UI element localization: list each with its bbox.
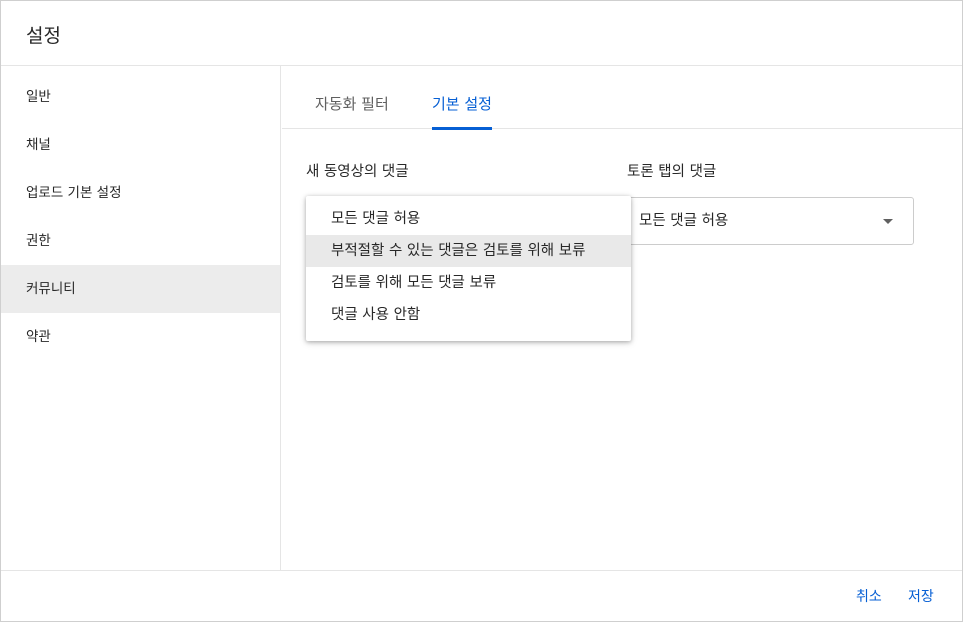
tab-label: 자동화 필터: [315, 95, 389, 113]
tab-label: 기본 설정: [432, 95, 492, 113]
settings-content: 자동화 필터 기본 설정 새 동영상의 댓글 토론 탭의 댓글 모든 댓글 허용…: [282, 66, 962, 570]
tab-automated-filters[interactable]: 자동화 필터: [315, 66, 389, 129]
sidebar-item-agreements[interactable]: 약관: [1, 313, 280, 361]
sidebar-item-label: 커뮤니티: [26, 281, 76, 297]
tab-defaults[interactable]: 기본 설정: [432, 66, 492, 130]
dialog-title: 설정: [26, 25, 61, 47]
discussion-comments-label: 토론 탭의 댓글: [627, 164, 717, 180]
dialog-footer: 취소 저장: [1, 570, 962, 622]
sidebar-item-label: 업로드 기본 설정: [26, 185, 122, 201]
menu-item-hold-all[interactable]: 검토를 위해 모든 댓글 보류: [306, 267, 631, 299]
video-comments-label: 새 동영상의 댓글: [306, 164, 409, 180]
video-comments-dropdown-menu: 모든 댓글 허용 부적절할 수 있는 댓글은 검토를 위해 보류 검토를 위해 …: [306, 196, 631, 341]
sidebar-item-community[interactable]: 커뮤니티: [1, 265, 280, 313]
menu-item-allow-all[interactable]: 모든 댓글 허용: [306, 203, 631, 235]
sidebar-item-label: 약관: [26, 329, 51, 345]
sidebar-item-upload-defaults[interactable]: 업로드 기본 설정: [1, 169, 280, 217]
sidebar-item-general[interactable]: 일반: [1, 73, 280, 121]
sidebar-item-label: 권한: [26, 233, 51, 249]
discussion-comments-select[interactable]: 모든 댓글 허용: [620, 197, 914, 245]
sidebar-item-channel[interactable]: 채널: [1, 121, 280, 169]
dropdown-arrow-icon: [883, 219, 893, 224]
cancel-button[interactable]: 취소: [856, 586, 882, 606]
tab-bar: 자동화 필터 기본 설정: [282, 66, 962, 130]
active-tab-indicator: [432, 127, 492, 130]
sidebar-item-permissions[interactable]: 권한: [1, 217, 280, 265]
dialog-header: 설정: [1, 1, 962, 66]
discussion-comments-value: 모든 댓글 허용: [639, 213, 729, 229]
menu-item-disable-comments[interactable]: 댓글 사용 안함: [306, 299, 631, 331]
sidebar-item-label: 채널: [26, 137, 51, 153]
settings-dialog: 설정 일반 채널 업로드 기본 설정 권한 커뮤니티 약관 자동화 필터 기본 …: [0, 0, 963, 622]
sidebar-item-label: 일반: [26, 89, 51, 105]
menu-item-hold-inappropriate[interactable]: 부적절할 수 있는 댓글은 검토를 위해 보류: [306, 235, 631, 267]
settings-sidebar: 일반 채널 업로드 기본 설정 권한 커뮤니티 약관: [1, 66, 281, 570]
save-button[interactable]: 저장: [908, 586, 934, 606]
